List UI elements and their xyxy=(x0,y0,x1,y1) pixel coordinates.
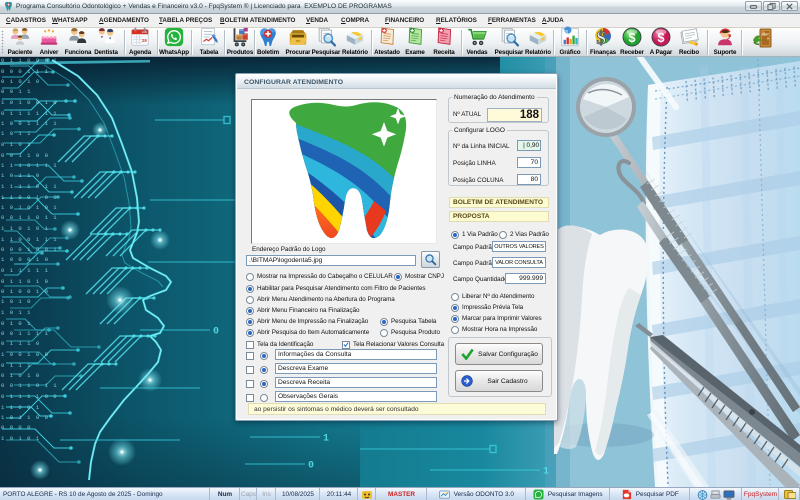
svg-text:0 1 1 0 1 0: 0 1 1 0 1 0 xyxy=(1,278,49,285)
svg-text:JAN: JAN xyxy=(142,31,147,34)
svg-text:1 1 1 1 0 1 1: 1 1 1 1 0 1 1 xyxy=(1,183,58,190)
svg-text:1 1 0 0 1 0 0: 1 1 0 0 1 0 0 xyxy=(1,194,58,201)
svg-text:1 0 0 1 0 0: 1 0 0 1 0 0 xyxy=(1,351,49,358)
svg-text:0: 0 xyxy=(213,327,219,338)
svg-text:1 1 0 0 1: 1 1 0 0 1 xyxy=(1,404,40,411)
svg-text:0 0 0 0: 0 0 0 0 xyxy=(1,424,32,431)
svg-text:EXIT: EXIT xyxy=(762,32,769,36)
svg-text:0 0 1 1 0 1 1: 0 0 1 1 0 1 1 xyxy=(1,214,58,221)
svg-text:1: 1 xyxy=(323,434,329,445)
svg-text:1 1 0 0 1 1 1: 1 1 0 0 1 1 1 xyxy=(1,236,58,243)
svg-text:1 0 0 0 1 0: 1 0 0 0 1 0 xyxy=(1,256,49,263)
svg-text:0 1 1 1 1 0 0: 0 1 1 1 1 0 0 xyxy=(1,393,58,400)
svg-text:0 1 1 0 0 0 1: 0 1 1 0 0 0 1 xyxy=(1,57,58,64)
svg-text:1 0 0 1 1 1 1: 1 0 0 1 1 1 1 xyxy=(1,120,58,127)
svg-text:0 1 1 1 1 1 1: 0 1 1 1 1 1 1 xyxy=(1,110,58,117)
svg-text:0 0 1 1 1 1: 0 0 1 1 1 1 xyxy=(1,330,49,337)
svg-text:29: 29 xyxy=(142,38,147,43)
svg-text:0 1 0 0 1 0: 0 1 0 0 1 0 xyxy=(1,288,49,295)
svg-text:1 1 0 1 0 1: 1 1 0 1 0 1 xyxy=(1,225,49,232)
svg-text:0 1 0 1 0: 0 1 0 1 0 xyxy=(1,372,40,379)
svg-text:0 0 1 1: 0 0 1 1 xyxy=(1,88,32,95)
svg-text:$: $ xyxy=(657,30,664,45)
svg-text:0 0 1 1 0 1 1: 0 0 1 1 0 1 1 xyxy=(1,382,58,389)
svg-text:0 0 0 1 0 0 1: 0 0 0 1 0 0 1 xyxy=(1,246,58,253)
svg-text:1 0 1 1: 1 0 1 1 xyxy=(1,130,32,137)
svg-text:0 1 0 1: 0 1 0 1 xyxy=(1,141,32,148)
svg-text:0: 0 xyxy=(308,461,314,472)
svg-text:0 1 1 1 1 1: 0 1 1 1 1 1 xyxy=(1,267,49,274)
svg-text:$: $ xyxy=(628,30,635,45)
svg-text:1 0 1 1 0: 1 0 1 1 0 xyxy=(1,172,40,179)
svg-text:0 1 0 1 0: 0 1 0 1 0 xyxy=(1,78,40,85)
svg-text:1 0 1 0 1: 1 0 1 0 1 xyxy=(1,435,40,442)
svg-text:1 0 1 1: 1 0 1 1 xyxy=(1,309,32,316)
svg-text:1 0 1 1 0 0: 1 0 1 1 0 0 xyxy=(1,414,49,421)
svg-text:0 1 0 1: 0 1 0 1 xyxy=(1,320,32,327)
svg-text:1 0 1 0: 1 0 1 0 xyxy=(1,298,32,305)
svg-text:0 1 1 1 0: 0 1 1 1 0 xyxy=(1,340,40,347)
svg-text:0 0 1 1 0 0: 0 0 1 1 0 0 xyxy=(1,152,49,159)
svg-text:0 1 1 1: 0 1 1 1 xyxy=(1,362,32,369)
svg-text:1 0 1 0 0 1 0: 1 0 1 0 0 1 0 xyxy=(1,99,58,106)
svg-text:$: $ xyxy=(596,28,606,48)
svg-text:1 0 1 0 1 0 1: 1 0 1 0 1 0 1 xyxy=(1,204,58,211)
svg-text:1 1 1 0 1 1 1: 1 1 1 0 1 1 1 xyxy=(1,162,58,169)
svg-text:0 0 0 1 1 1: 0 0 0 1 1 1 xyxy=(1,68,49,75)
svg-text:1: 1 xyxy=(543,467,549,478)
